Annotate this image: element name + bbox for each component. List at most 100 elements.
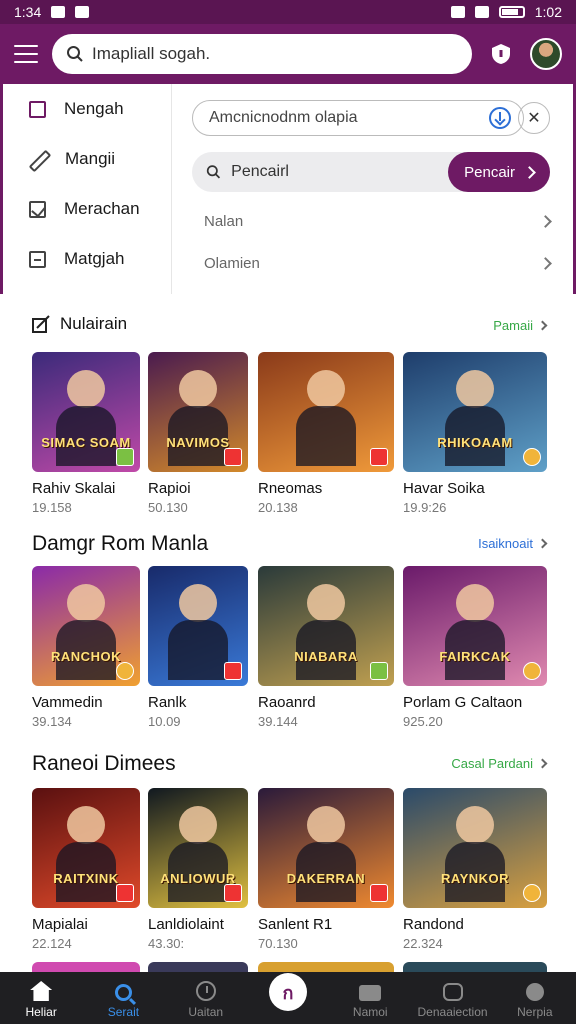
game-meta: 22.324 xyxy=(403,936,443,951)
game-title: Rapioi xyxy=(148,480,191,497)
game-title: Vammedin xyxy=(32,694,103,711)
side-menu-item-label: Nengah xyxy=(64,99,124,118)
panel-link[interactable]: Olamien xyxy=(204,252,552,274)
app-bar xyxy=(0,24,576,84)
section-link[interactable]: Pamaii xyxy=(493,318,548,333)
square-icon xyxy=(29,100,46,118)
game-card[interactable]: SIMAC SOAM Rahiv Skalai 19.158 xyxy=(32,352,140,515)
top-search-input[interactable] xyxy=(92,44,458,64)
game-thumbnail[interactable] xyxy=(258,352,394,472)
side-menu-item[interactable]: Matgjah xyxy=(3,234,171,284)
section-title-text: Nulairain xyxy=(60,314,128,333)
game-thumbnail[interactable]: SIMAC SOAM xyxy=(32,352,140,472)
character-head xyxy=(307,806,345,844)
game-card[interactable]: ANLIOWUR Lanldiolaint 43.30: xyxy=(148,788,248,951)
game-meta: 19.158 xyxy=(32,500,72,515)
rating-badge-icon xyxy=(370,662,388,680)
game-card[interactable]: FAIRKCAK Porlam G Caltaon 925.20 xyxy=(403,566,547,729)
game-card[interactable]: NIABARA Raoanrd 39.144 xyxy=(258,566,394,729)
panel-field[interactable] xyxy=(192,100,524,136)
top-search-bar[interactable] xyxy=(52,34,472,74)
game-logo-text: FAIRKCAK xyxy=(439,649,511,664)
character-head xyxy=(67,370,105,408)
side-menu-item[interactable]: Mangii xyxy=(3,134,171,184)
game-card[interactable]: RHIKOAAM Havar Soika 19.9:26 xyxy=(403,352,547,515)
game-meta: 19.9:26 xyxy=(403,500,447,515)
game-card[interactable]: RAITXINK Mapialai 22.124 xyxy=(32,788,140,951)
game-title: Raoanrd xyxy=(258,694,316,711)
nav-recent[interactable]: Uaitan xyxy=(166,981,246,1019)
menu-icon[interactable] xyxy=(14,45,38,63)
partial-card xyxy=(32,962,140,972)
shield-icon[interactable] xyxy=(486,39,516,69)
panel-search-bar[interactable]: Pencair xyxy=(192,152,550,192)
side-menu-item-label: Merachan xyxy=(64,199,140,218)
panel-search-input[interactable] xyxy=(231,163,439,181)
game-thumbnail[interactable]: RAYNKOR xyxy=(403,788,547,908)
character-head xyxy=(456,584,494,622)
side-menu-item-label: Matgjah xyxy=(64,249,125,268)
character-head xyxy=(456,370,494,408)
game-meta: 50.130 xyxy=(148,500,188,515)
chevron-right-icon xyxy=(539,214,552,228)
side-menu-item[interactable]: Nengah xyxy=(3,84,171,134)
game-meta: 39.134 xyxy=(32,714,72,729)
nav-center[interactable]: ก xyxy=(248,973,328,1019)
clock-icon xyxy=(195,981,216,1001)
game-thumbnail[interactable]: FAIRKCAK xyxy=(403,566,547,686)
game-thumbnail[interactable]: RHIKOAAM xyxy=(403,352,547,472)
game-thumbnail[interactable]: RAITXINK xyxy=(32,788,140,908)
game-card[interactable]: RANCHOK Vammedin 39.134 xyxy=(32,566,140,729)
game-title: Ranlk xyxy=(148,694,187,711)
character-head xyxy=(456,806,494,844)
section-link-label: Pamaii xyxy=(493,318,533,333)
nav-settings[interactable]: Nerpia xyxy=(495,983,575,1019)
rating-badge-icon xyxy=(116,884,134,902)
panel-field-input[interactable] xyxy=(209,109,489,127)
character-head xyxy=(179,584,217,622)
shuffle-icon[interactable]: ✕ xyxy=(518,102,550,134)
game-logo-text: RHIKOAAM xyxy=(437,435,513,450)
game-title: Rneomas xyxy=(258,480,323,497)
game-title: Rahiv Skalai xyxy=(32,480,116,497)
game-meta: 39.144 xyxy=(258,714,298,729)
nav-search[interactable]: Serait xyxy=(83,984,163,1019)
avatar[interactable] xyxy=(530,38,562,70)
panel-link-label: Olamien xyxy=(204,254,260,272)
game-title: Lanldiolaint xyxy=(148,916,224,933)
game-thumbnail[interactable] xyxy=(148,566,248,686)
game-thumbnail[interactable]: RANCHOK xyxy=(32,566,140,686)
section-link[interactable]: Casal Pardani xyxy=(451,756,548,771)
rating-badge-icon xyxy=(523,884,541,902)
edit-icon xyxy=(29,150,47,168)
game-title: Porlam G Caltaon xyxy=(403,694,523,711)
search-icon xyxy=(67,46,83,62)
side-menu-item[interactable]: Merachan xyxy=(3,184,171,234)
rating-badge-icon xyxy=(224,662,242,680)
game-card[interactable]: DAKERRAN Sanlent R1 70.130 xyxy=(258,788,394,951)
game-thumbnail[interactable]: ANLIOWUR xyxy=(148,788,248,908)
game-card[interactable]: Ranlk 10.09 xyxy=(148,566,248,729)
game-logo-text: RAYNKOR xyxy=(440,871,510,886)
section-link[interactable]: Isaiknoait xyxy=(478,536,548,551)
notification-icon xyxy=(51,6,66,18)
nav-home[interactable]: Heliar xyxy=(1,981,81,1019)
game-card[interactable]: Rneomas 20.138 xyxy=(258,352,394,515)
game-thumbnail[interactable]: DAKERRAN xyxy=(258,788,394,908)
section-title: Nulairain xyxy=(32,314,127,334)
character-head xyxy=(67,584,105,622)
nav-messages[interactable]: Denaaiection xyxy=(413,983,493,1019)
game-card[interactable]: NAVIMOS Rapioi 50.130 xyxy=(148,352,248,515)
character-head xyxy=(67,806,105,844)
panel-link[interactable]: Nalan xyxy=(204,210,552,232)
rating-badge-icon xyxy=(370,884,388,902)
search-button[interactable]: Pencair xyxy=(448,152,550,192)
rating-badge-icon xyxy=(224,448,242,466)
game-thumbnail[interactable]: NIABARA xyxy=(258,566,394,686)
nav-camera[interactable]: Namoi xyxy=(330,985,410,1019)
game-thumbnail[interactable]: NAVIMOS xyxy=(148,352,248,472)
game-card[interactable]: RAYNKOR Randond 22.324 xyxy=(403,788,547,951)
character-body xyxy=(168,620,228,680)
download-icon[interactable] xyxy=(489,107,511,129)
chevron-right-icon xyxy=(537,538,548,549)
